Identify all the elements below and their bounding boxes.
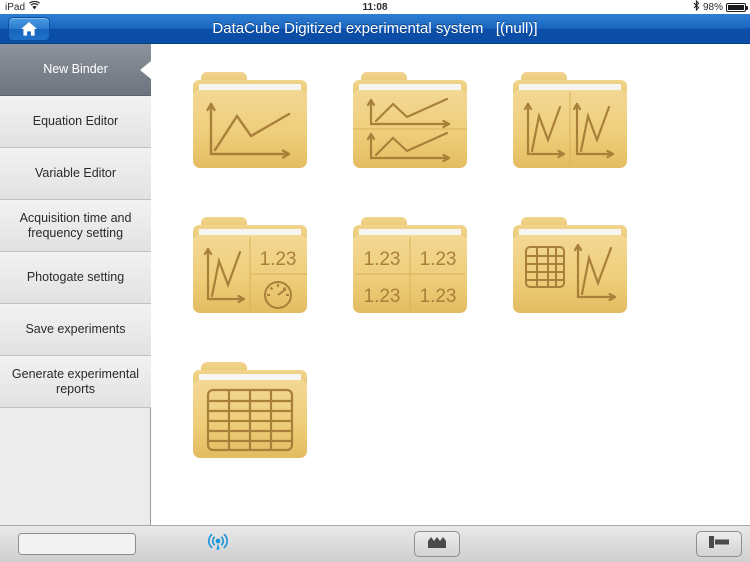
movie-button[interactable] — [414, 531, 460, 557]
status-bar-right: 98% — [693, 0, 748, 14]
folder-value-text: 1.23 — [260, 249, 297, 270]
panel-toggle-icon — [708, 535, 730, 554]
template-item-table-graph[interactable] — [490, 203, 650, 348]
template-grid: 1.23 1.23 1.23 1.23 1.23 — [170, 58, 730, 493]
broadcast-icon — [207, 532, 229, 557]
sidebar-item-generate-reports[interactable]: Generate experimental reports — [0, 356, 151, 408]
status-bar-time: 11:08 — [362, 1, 388, 13]
battery-percent: 98% — [702, 1, 723, 13]
page-title: DataCube Digitized experimental system [… — [212, 20, 538, 37]
folder-value-text: 1.23 — [420, 286, 457, 307]
sidebar-item-label: Save experiments — [25, 322, 126, 336]
movie-icon — [427, 535, 447, 554]
template-item-graph-value-meter[interactable]: 1.23 — [170, 203, 330, 348]
sidebar-item-label: Generate experimental reports — [11, 366, 140, 396]
toolbar-text-field-group — [18, 533, 136, 555]
folder-single-graph-icon — [185, 58, 315, 178]
sidebar-item-label: Equation Editor — [32, 114, 119, 128]
template-item-two-graphs-side[interactable] — [490, 58, 650, 203]
folder-value-text: 1.23 — [364, 286, 401, 307]
sidebar-item-photogate-setting[interactable]: Photogate setting — [0, 252, 151, 304]
sidebar-item-save-experiments[interactable]: Save experiments — [0, 304, 151, 356]
folder-value-text: 1.23 — [420, 249, 457, 270]
panel-toggle-button[interactable] — [696, 531, 742, 557]
sidebar-item-label: Acquisition time and frequency setting — [19, 210, 132, 240]
sidebar-item-label: Variable Editor — [34, 166, 117, 180]
folder-value-text: 1.23 — [364, 249, 401, 270]
sidebar-item-label: New Binder — [43, 62, 108, 76]
folder-four-values-icon: 1.23 1.23 1.23 1.23 — [345, 203, 475, 323]
template-item-single-graph[interactable] — [170, 58, 330, 203]
sidebar-item-new-binder[interactable]: New Binder — [0, 44, 151, 96]
template-gallery: 1.23 1.23 1.23 1.23 1.23 — [152, 44, 750, 525]
sidebar-item-variable-editor[interactable]: Variable Editor — [0, 148, 151, 200]
app-root: iPad 11:08 98% DataCube Digitized experi… — [0, 0, 750, 562]
folder-table-graph-icon — [505, 203, 635, 323]
ios-status-bar: iPad 11:08 98% — [0, 0, 750, 14]
folder-graph-value-meter-icon: 1.23 — [185, 203, 315, 323]
sidebar-item-equation-editor[interactable]: Equation Editor — [0, 96, 151, 148]
battery-icon — [726, 2, 748, 12]
toolbar-text-input[interactable] — [19, 534, 135, 554]
sidebar: New Binder Equation Editor Variable Edit… — [0, 44, 151, 525]
folder-two-graphs-side-icon — [505, 58, 635, 178]
folder-table-icon — [185, 348, 315, 468]
bottom-toolbar — [0, 525, 750, 562]
triangle-left-icon — [140, 60, 151, 79]
template-item-two-graphs-stacked[interactable] — [330, 58, 490, 203]
bluetooth-icon — [693, 0, 700, 14]
broadcast-button[interactable] — [203, 531, 233, 557]
folder-two-graphs-stacked-icon — [345, 58, 475, 178]
sidebar-item-acquisition-setting[interactable]: Acquisition time and frequency setting — [0, 200, 151, 252]
sidebar-item-label: Photogate setting — [26, 270, 125, 284]
title-bar: DataCube Digitized experimental system [… — [0, 14, 750, 44]
template-item-four-values[interactable]: 1.23 1.23 1.23 1.23 — [330, 203, 490, 348]
template-item-table-only[interactable] — [170, 348, 330, 493]
